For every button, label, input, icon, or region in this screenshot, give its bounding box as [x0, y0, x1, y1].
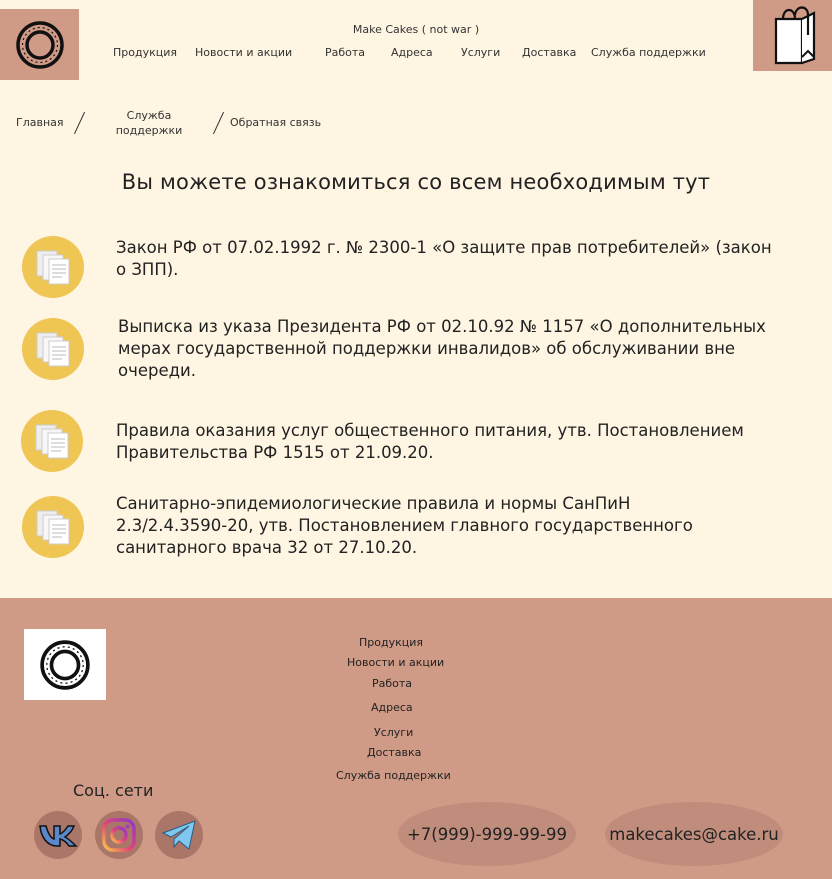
breadcrumb-support[interactable]: Служба поддержки: [113, 108, 185, 138]
document-line: Правила оказания услуг общественного пит…: [116, 421, 744, 440]
footer-nav-services[interactable]: Услуги: [374, 726, 413, 739]
email-link[interactable]: makecakes@cake.ru: [605, 802, 783, 866]
instagram-icon: [102, 818, 136, 852]
document-line: Санитарно-эпидемиологические правила и н…: [116, 494, 631, 513]
vk-button[interactable]: [34, 811, 82, 859]
instagram-button[interactable]: [95, 811, 143, 859]
breadcrumb-home[interactable]: Главная: [16, 116, 64, 129]
document-line: о ЗПП).: [116, 260, 179, 279]
nav-item-support[interactable]: Служба поддержки: [591, 46, 706, 59]
footer-nav-delivery[interactable]: Доставка: [367, 746, 421, 759]
document-icon: [36, 332, 70, 367]
breadcrumb-separator: [212, 111, 225, 135]
footer-logo[interactable]: [24, 629, 106, 700]
document-item-icon[interactable]: [21, 410, 83, 472]
nav-item-addresses[interactable]: Адреса: [391, 46, 433, 59]
footer-nav-support[interactable]: Служба поддержки: [336, 769, 451, 782]
social-title: Соц. сети: [73, 781, 154, 800]
breadcrumb-current: Обратная связь: [230, 116, 322, 129]
document-link[interactable]: Санитарно-эпидемиологические правила и н…: [116, 493, 806, 559]
nav-item-delivery[interactable]: Доставка: [522, 46, 576, 59]
shopping-bag-icon: [774, 5, 815, 64]
nav-item-news[interactable]: Новости и акции: [195, 46, 292, 59]
document-item-icon[interactable]: [22, 236, 84, 298]
logo-icon: [40, 639, 90, 690]
footer: Продукция Новости и акции Работа Адреса …: [0, 598, 832, 879]
footer-nav-products[interactable]: Продукция: [359, 636, 423, 649]
vk-icon: [39, 825, 78, 847]
document-link[interactable]: Выписка из указа Президента РФ от 02.10.…: [118, 316, 808, 382]
document-line: Закон РФ от 07.02.1992 г. № 2300-1 «О за…: [116, 238, 772, 257]
document-line: Выписка из указа Президента РФ от 02.10.…: [118, 317, 766, 336]
footer-nav-addresses[interactable]: Адреса: [371, 701, 413, 714]
document-item-icon[interactable]: [22, 318, 84, 380]
site-title: Make Cakes ( not war ): [352, 23, 480, 36]
phone-link[interactable]: +7(999)-999-99-99: [398, 802, 576, 866]
document-line: Правительства РФ 1515 от 21.09.20.: [116, 443, 434, 462]
telegram-icon: [161, 820, 196, 850]
nav-item-services[interactable]: Услуги: [461, 46, 500, 59]
document-item-icon[interactable]: [22, 496, 84, 558]
breadcrumb-separator: [73, 111, 86, 135]
document-icon: [36, 250, 70, 285]
document-line: очереди.: [118, 361, 196, 380]
footer-nav-news[interactable]: Новости и акции: [347, 656, 444, 669]
document-line: санитарного врача 32 от 27.10.20.: [116, 538, 418, 557]
cart-button[interactable]: [753, 0, 832, 71]
logo[interactable]: [0, 9, 79, 80]
page-heading: Вы можете ознакомиться со всем необходим…: [121, 170, 711, 194]
footer-nav-work[interactable]: Работа: [372, 677, 412, 690]
breadcrumb-support-line1: Служба: [126, 109, 172, 122]
nav-item-products[interactable]: Продукция: [113, 46, 177, 59]
document-line: мерах государственной поддержки инвалидо…: [118, 339, 736, 358]
breadcrumb-support-line2: поддержки: [115, 124, 183, 137]
document-line: 2.3/2.4.3590-20, утв. Постановлением гла…: [116, 516, 693, 535]
document-link[interactable]: Закон РФ от 07.02.1992 г. № 2300-1 «О за…: [116, 237, 806, 281]
nav-item-work[interactable]: Работа: [325, 46, 365, 59]
document-link[interactable]: Правила оказания услуг общественного пит…: [116, 420, 806, 464]
document-icon: [35, 424, 69, 459]
breadcrumb: Главная Служба поддержки Обратная связь: [0, 108, 400, 138]
document-icon: [36, 510, 70, 545]
telegram-button[interactable]: [155, 811, 203, 859]
